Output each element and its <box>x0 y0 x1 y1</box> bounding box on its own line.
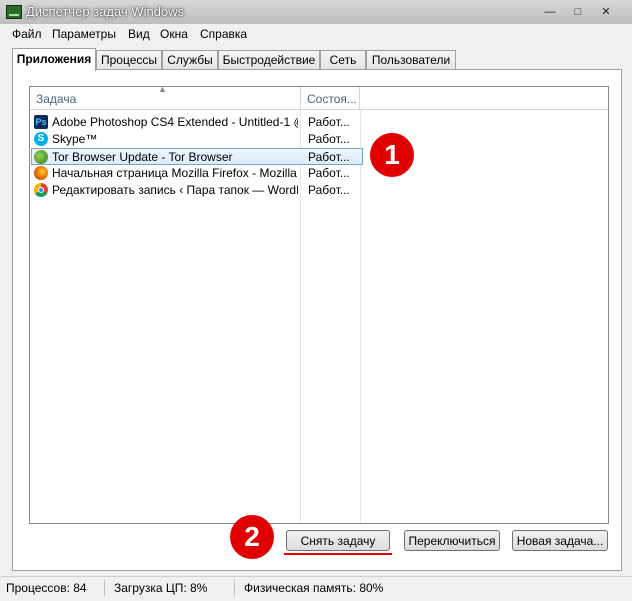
column-header-status[interactable]: Состоя... <box>301 87 360 110</box>
task-status: Работ... <box>308 150 350 164</box>
task-row[interactable]: Начальная страница Mozilla Firefox - Moz… <box>32 165 362 182</box>
menu-bar: Файл Параметры Вид Окна Справка <box>0 24 632 44</box>
task-name: Редактировать запись ‹ Пара тапок — Word… <box>52 183 298 197</box>
column-header-empty <box>360 87 608 110</box>
task-row[interactable]: Редактировать запись ‹ Пара тапок — Word… <box>32 182 362 199</box>
cpu-usage: Загрузка ЦП: 8% <box>114 581 208 595</box>
task-status: Работ... <box>308 183 350 197</box>
tab-applications[interactable]: Приложения <box>12 48 96 71</box>
column-header-task[interactable]: ▲ Задача <box>30 87 301 110</box>
menu-file[interactable]: Файл <box>12 27 42 41</box>
chrome-icon <box>34 183 48 197</box>
task-row[interactable]: S Skype™ Работ... <box>32 131 362 148</box>
applications-panel: ▲ Задача Состоя... Ps Adobe Photoshop CS… <box>12 69 622 571</box>
column-header-status-label: Состоя... <box>307 92 357 106</box>
skype-icon: S <box>34 132 48 146</box>
title-bar: Диспетчер задач Windows — □ ✕ <box>0 0 632 24</box>
client-area: Приложения Процессы Службы Быстродействи… <box>0 44 632 576</box>
menu-windows[interactable]: Окна <box>160 27 188 41</box>
status-divider <box>234 580 235 596</box>
process-count: Процессов: 84 <box>6 581 87 595</box>
callout-badge-1: 1 <box>370 133 414 177</box>
tab-processes[interactable]: Процессы <box>96 50 162 69</box>
task-row-selected[interactable]: Tor Browser Update - Tor Browser Работ..… <box>31 148 363 165</box>
task-manager-icon <box>6 5 22 19</box>
firefox-icon <box>34 166 48 180</box>
status-bar: Процессов: 84 Загрузка ЦП: 8% Физическая… <box>0 576 632 601</box>
status-divider <box>104 580 105 596</box>
tab-users[interactable]: Пользователи <box>366 50 456 69</box>
switch-to-button[interactable]: Переключиться <box>404 530 500 551</box>
menu-options[interactable]: Параметры <box>52 27 116 41</box>
task-name: Tor Browser Update - Tor Browser <box>52 150 233 164</box>
column-header-task-label: Задача <box>36 92 77 106</box>
task-row[interactable]: Ps Adobe Photoshop CS4 Extended - Untitl… <box>32 114 362 131</box>
callout-badge-2: 2 <box>230 515 274 559</box>
maximize-button[interactable]: □ <box>569 4 587 20</box>
end-task-highlight-underline <box>284 553 392 555</box>
menu-view[interactable]: Вид <box>128 27 150 41</box>
tab-services[interactable]: Службы <box>162 50 218 69</box>
task-status: Работ... <box>308 115 350 129</box>
minimize-button[interactable]: — <box>541 4 559 20</box>
close-button[interactable]: ✕ <box>597 4 615 20</box>
task-status: Работ... <box>308 166 350 180</box>
task-name: Skype™ <box>52 132 98 146</box>
tab-performance[interactable]: Быстродействие <box>218 50 320 69</box>
end-task-button[interactable]: Снять задачу <box>286 530 390 551</box>
window-title: Диспетчер задач Windows <box>26 4 185 19</box>
new-task-button[interactable]: Новая задача... <box>512 530 608 551</box>
task-status: Работ... <box>308 132 350 146</box>
menu-help[interactable]: Справка <box>200 27 247 41</box>
memory-usage: Физическая память: 80% <box>244 581 384 595</box>
photoshop-icon: Ps <box>34 115 48 129</box>
tab-network[interactable]: Сеть <box>320 50 366 69</box>
task-name: Adobe Photoshop CS4 Extended - Untitled-… <box>52 115 298 129</box>
sort-arrow-icon: ▲ <box>158 86 167 94</box>
tor-browser-icon <box>34 150 48 164</box>
task-name: Начальная страница Mozilla Firefox - Moz… <box>52 166 298 180</box>
task-list[interactable]: ▲ Задача Состоя... Ps Adobe Photoshop CS… <box>29 86 609 524</box>
